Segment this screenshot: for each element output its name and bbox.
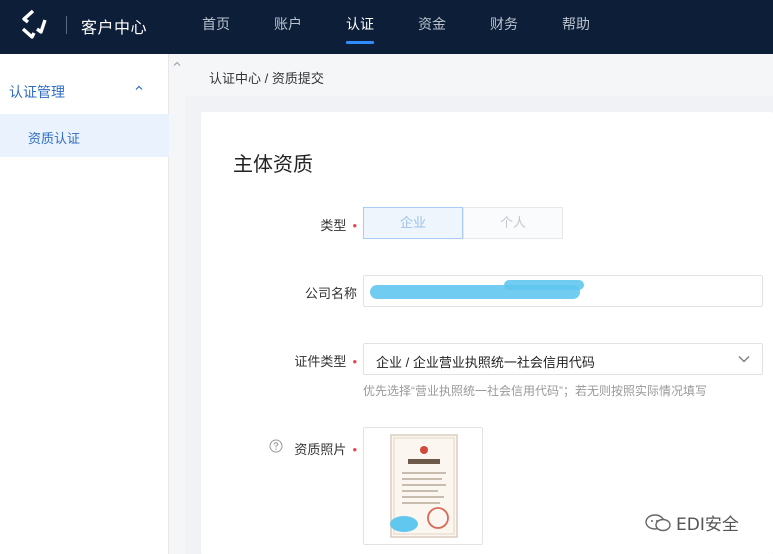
photo-label: 资质照片 • [294, 439, 357, 458]
breadcrumb-bar: 认证中心 / 资质提交 [185, 54, 773, 96]
chevron-up-icon [135, 85, 143, 90]
page-title: 主体资质 [233, 154, 313, 176]
wechat-icon [645, 513, 671, 531]
nav-funds[interactable]: 资金 [396, 0, 468, 54]
nav-account[interactable]: 账户 [252, 0, 324, 54]
nav-help[interactable]: 帮助 [540, 0, 612, 54]
breadcrumb: 认证中心 / 资质提交 [209, 71, 324, 86]
main-nav: 首页 账户 认证 资金 财务 帮助 [180, 0, 612, 54]
type-label: 类型 • [320, 215, 357, 234]
photo-upload[interactable] [363, 427, 483, 545]
top-navigation-bar: 客户中心 首页 账户 认证 资金 财务 帮助 [0, 0, 773, 54]
divider [66, 16, 67, 34]
watermark-text: EDI安全 [676, 515, 739, 535]
company-name-input[interactable] [363, 275, 763, 307]
photo-label-text: 资质照片 [294, 442, 347, 457]
company-name-label: 公司名称 [305, 283, 357, 302]
required-mark: • [352, 354, 357, 369]
type-option-individual[interactable]: 个人 [463, 207, 563, 239]
required-mark: • [352, 218, 357, 233]
chevron-down-icon [738, 356, 750, 363]
cert-type-label: 证件类型 • [294, 351, 357, 370]
sidebar-item-label: 资质认证 [28, 131, 81, 146]
cert-type-label-text: 证件类型 [294, 354, 347, 369]
type-option-enterprise[interactable]: 企业 [363, 207, 463, 239]
nav-certification[interactable]: 认证 [324, 0, 396, 54]
type-segmented-control: 企业 个人 [363, 207, 563, 239]
sidebar-group-certification-management[interactable]: 认证管理 [0, 70, 169, 110]
question-circle-icon[interactable] [269, 439, 283, 453]
logo-icon[interactable] [16, 7, 50, 41]
watermark: EDI安全 [644, 510, 739, 535]
required-mark: • [352, 442, 357, 457]
scroll-up-icon[interactable] [173, 60, 181, 68]
nav-finance[interactable]: 财务 [468, 0, 540, 54]
nav-home[interactable]: 首页 [180, 0, 252, 54]
form-card: 主体资质 类型 • 企业 个人 公司名称 证件类型 • 企业 / 企业营业执照统一社… [201, 112, 773, 554]
business-license-thumbnail [390, 434, 458, 538]
sidebar-item-qualification[interactable]: 资质认证 [0, 114, 169, 157]
sidebar: 认证管理 资质认证 [0, 54, 169, 554]
sidebar-group-label: 认证管理 [9, 84, 65, 100]
cert-type-select[interactable]: 企业 / 企业营业执照统一社会信用代码 [363, 343, 763, 375]
app-title: 客户中心 [81, 20, 148, 37]
type-label-text: 类型 [320, 218, 347, 233]
company-name-label-text: 公司名称 [304, 286, 357, 301]
scrollbar[interactable] [169, 54, 185, 554]
cert-type-value: 企业 / 企业营业执照统一社会信用代码 [376, 355, 595, 370]
cert-type-hint: 优先选择“营业执照统一社会信用代码”；若无则按照实际情况填写 [363, 384, 707, 398]
redaction-mark [504, 280, 584, 290]
